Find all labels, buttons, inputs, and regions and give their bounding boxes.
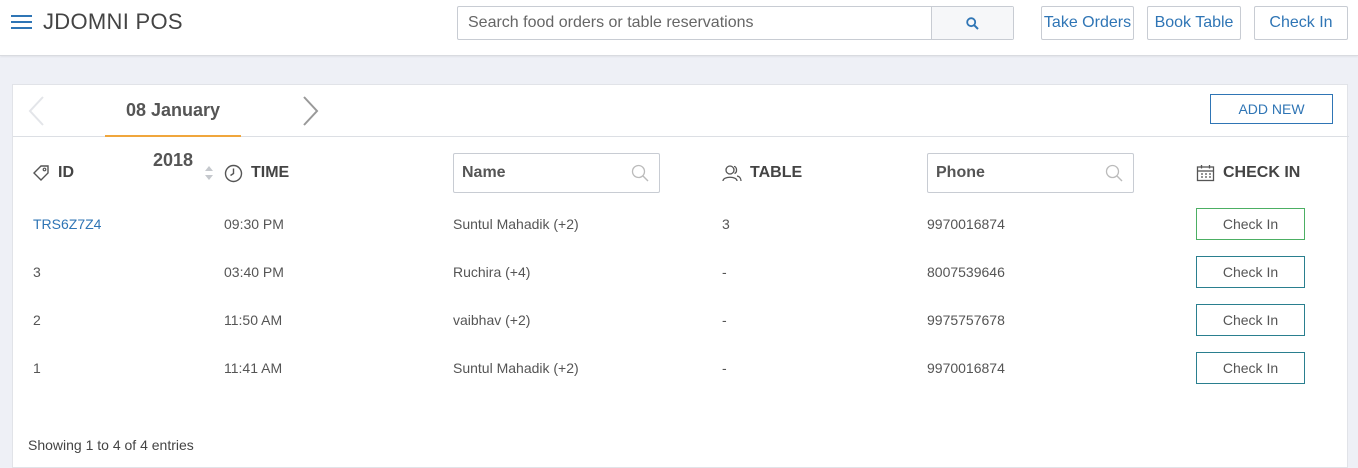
search-input[interactable] <box>458 7 931 39</box>
guest-name: vaibhav (+2) <box>453 312 531 328</box>
tag-icon <box>33 165 49 181</box>
table-row: TRS6Z7Z4 09:30 PM Suntul Mahadik (+2) 3 … <box>13 200 1349 248</box>
guest-name: Suntul Mahadik (+2) <box>453 216 579 232</box>
reservation-time: 11:50 AM <box>224 312 283 328</box>
column-header-check-in: CHECK IN <box>1196 153 1300 193</box>
guest-name: Suntul Mahadik (+2) <box>453 360 579 376</box>
search-icon <box>966 16 979 30</box>
phone-filter-input[interactable] <box>928 154 1098 192</box>
column-label-time: TIME <box>251 164 290 181</box>
check-in-header-button[interactable]: Check In <box>1254 6 1348 40</box>
phone-number: 9970016874 <box>927 360 1005 376</box>
table-number: - <box>722 264 727 280</box>
check-in-button[interactable]: Check In <box>1196 304 1305 336</box>
table-number: 3 <box>722 216 730 232</box>
chevron-left-icon <box>28 96 44 126</box>
phone-filter <box>927 153 1134 193</box>
phone-number: 8007539646 <box>927 264 1005 280</box>
global-search <box>457 6 1014 40</box>
top-header: JDOMNI POS Take Orders Book Table Check … <box>0 0 1358 56</box>
add-new-button[interactable]: ADD NEW <box>1210 94 1333 124</box>
check-in-button[interactable]: Check In <box>1196 256 1305 288</box>
search-icon <box>1105 164 1123 182</box>
next-date-button[interactable] <box>301 95 321 127</box>
book-table-button[interactable]: Book Table <box>1147 6 1241 40</box>
reservation-id: 1 <box>33 360 41 376</box>
guest-name: Ruchira (+4) <box>453 264 531 280</box>
column-header-time[interactable]: TIME <box>224 153 289 193</box>
reservation-id-link[interactable]: TRS6Z7Z4 <box>33 200 101 248</box>
sort-icon[interactable] <box>204 165 214 181</box>
search-button[interactable] <box>931 7 1013 39</box>
phone-number: 9975757678 <box>927 312 1005 328</box>
column-label-check-in: CHECK IN <box>1223 164 1301 181</box>
phone-number: 9970016874 <box>927 216 1005 232</box>
reservation-id: 3 <box>33 264 41 280</box>
current-date-tab[interactable]: 08 January 2018 <box>105 85 241 170</box>
reservation-time: 11:41 AM <box>224 360 283 376</box>
table-row: 3 03:40 PM Ruchira (+4) - 8007539646 Che… <box>13 248 1349 296</box>
app-brand: JDOMNI POS <box>43 9 183 34</box>
reservation-time: 09:30 PM <box>224 216 284 232</box>
users-icon <box>722 165 742 182</box>
reservations-panel: 08 January 2018 ADD NEW ID TIME TABLE CH… <box>12 84 1349 468</box>
search-icon <box>631 164 649 182</box>
calendar-icon <box>1196 165 1215 182</box>
previous-date-button[interactable] <box>27 95 47 127</box>
pagination-info: Showing 1 to 4 of 4 entries <box>28 437 194 453</box>
hamburger-menu-icon[interactable] <box>11 14 33 31</box>
clock-icon <box>224 164 243 182</box>
name-filter <box>453 153 660 193</box>
check-in-button[interactable]: Check In <box>1196 208 1305 240</box>
table-row: 1 11:41 AM Suntul Mahadik (+2) - 9970016… <box>13 344 1349 392</box>
table-number: - <box>722 312 727 328</box>
column-header-table[interactable]: TABLE <box>722 153 802 193</box>
date-navigation-bar: 08 January 2018 ADD NEW <box>13 85 1349 170</box>
table-number: - <box>722 360 727 376</box>
reservation-id: 2 <box>33 312 41 328</box>
table-row: 2 11:50 AM vaibhav (+2) - 9975757678 Che… <box>13 296 1349 344</box>
check-in-button[interactable]: Check In <box>1196 352 1305 384</box>
column-label-id: ID <box>58 164 74 181</box>
column-header-id[interactable]: ID <box>32 153 74 193</box>
reservation-time: 03:40 PM <box>224 264 284 280</box>
chevron-right-icon <box>303 96 319 126</box>
name-filter-input[interactable] <box>454 154 624 192</box>
take-orders-button[interactable]: Take Orders <box>1041 6 1134 40</box>
column-label-table: TABLE <box>750 164 803 181</box>
